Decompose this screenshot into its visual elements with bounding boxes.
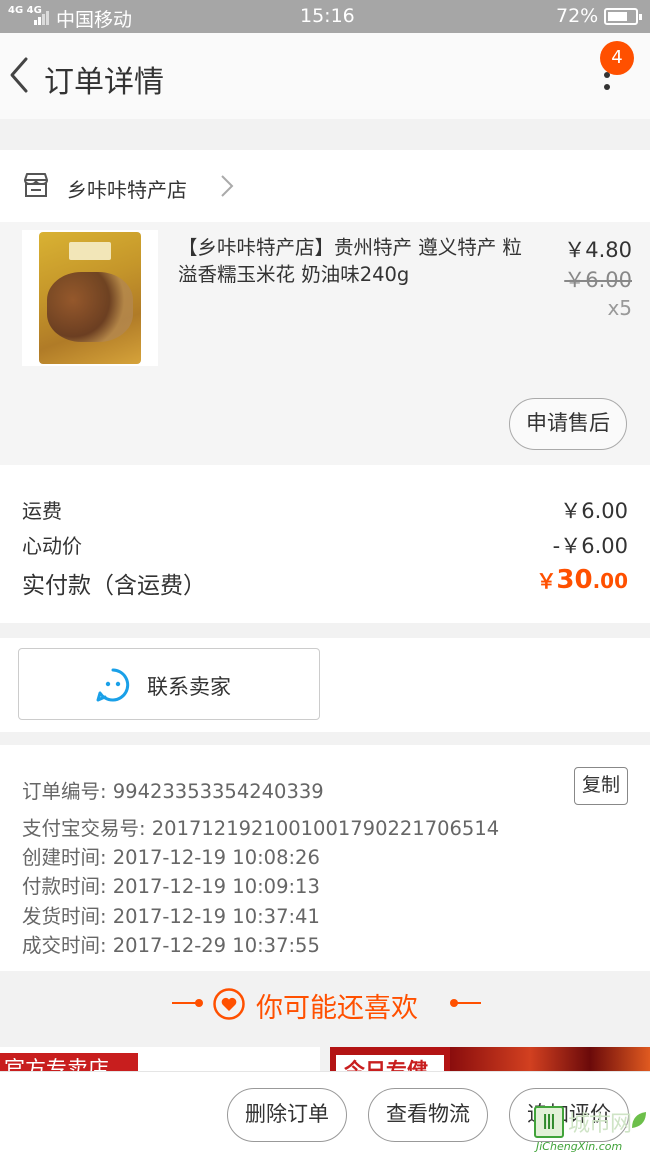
copy-button[interactable]: 复制 <box>574 767 628 805</box>
watermark-logo: Ⅲ <box>534 1106 564 1138</box>
cost-summary: 运费 ￥6.00 心动价 -￥6.00 实付款（含运费） ￥30.00 <box>0 465 650 623</box>
chat-face-icon <box>96 668 130 702</box>
recommend-header: 你可能还喜欢 <box>0 972 650 1036</box>
completed-time: 成交时间: 2017-12-29 10:37:55 <box>22 934 320 957</box>
order-info: 订单编号: 99423353354240339 复制 支付宝交易号: 20171… <box>0 745 650 971</box>
battery-percent: 72% <box>556 5 599 27</box>
after-sale-button[interactable]: 申请售后 <box>509 398 627 450</box>
contact-seller-button[interactable]: 联系卖家 <box>18 648 320 720</box>
total-currency: ￥ <box>536 569 557 593</box>
order-number: 订单编号: 99423353354240339 <box>22 780 324 803</box>
shop-name: 乡咔咔特产店 <box>67 178 187 202</box>
product-thumbnail[interactable] <box>22 230 158 366</box>
status-bar: 4G 4G 中国移动 15:16 72% <box>0 0 650 33</box>
total-value: ￥30.00 <box>536 565 628 595</box>
product-quantity: x5 <box>607 296 632 320</box>
battery-icon <box>604 8 642 25</box>
contact-section: 联系卖家 <box>0 638 650 732</box>
page-title: 订单详情 <box>44 65 164 100</box>
heart-icon <box>213 988 245 1020</box>
back-icon[interactable] <box>4 53 44 97</box>
created-time: 创建时间: 2017-12-19 10:08:26 <box>22 846 320 869</box>
shop-row[interactable]: 乡咔咔特产店 <box>0 150 650 222</box>
carrier-name: 中国移动 <box>56 9 133 31</box>
chevron-right-icon <box>221 175 234 197</box>
clock: 15:16 <box>300 5 355 27</box>
site-watermark: Ⅲ 城市网 JiChengXin.com <box>534 1104 650 1155</box>
nav-bar: 订单详情 4 <box>0 33 650 119</box>
leaf-icon <box>632 1112 646 1128</box>
watermark-text: 城市网 <box>568 1112 632 1137</box>
shipping-label: 运费 <box>22 499 62 523</box>
signal-icon <box>34 11 49 25</box>
shipped-time: 发货时间: 2017-12-19 10:37:41 <box>22 905 320 928</box>
discount-label: 心动价 <box>22 534 82 558</box>
total-label: 实付款（含运费） <box>22 573 206 599</box>
product-title[interactable]: 【乡咔咔特产店】贵州特产 遵义特产 粒溢香糯玉米花 奶油味240g <box>178 234 538 288</box>
total-integer: 30 <box>556 565 593 595</box>
divider-right <box>455 1002 481 1004</box>
alipay-number: 支付宝交易号: 2017121921001001790221706514 <box>22 817 500 840</box>
delete-order-button[interactable]: 删除订单 <box>227 1088 347 1142</box>
shipping-value: ￥6.00 <box>560 499 628 523</box>
product-price: ￥4.80 <box>564 238 632 262</box>
contact-seller-label: 联系卖家 <box>147 675 231 699</box>
view-logistics-button[interactable]: 查看物流 <box>368 1088 488 1142</box>
recommend-title: 你可能还喜欢 <box>256 993 418 1024</box>
store-icon <box>24 173 48 197</box>
watermark-url: JiChengXin.com <box>536 1140 623 1153</box>
discount-value: -￥6.00 <box>552 534 628 558</box>
product-original-price: ￥6.00 <box>564 268 632 292</box>
paid-time: 付款时间: 2017-12-19 10:09:13 <box>22 875 320 898</box>
divider-dot-left <box>195 999 203 1007</box>
notification-badge: 4 <box>600 41 634 75</box>
total-decimal: .00 <box>592 569 628 593</box>
order-item[interactable]: 【乡咔咔特产店】贵州特产 遵义特产 粒溢香糯玉米花 奶油味240g ￥4.80 … <box>0 222 650 465</box>
